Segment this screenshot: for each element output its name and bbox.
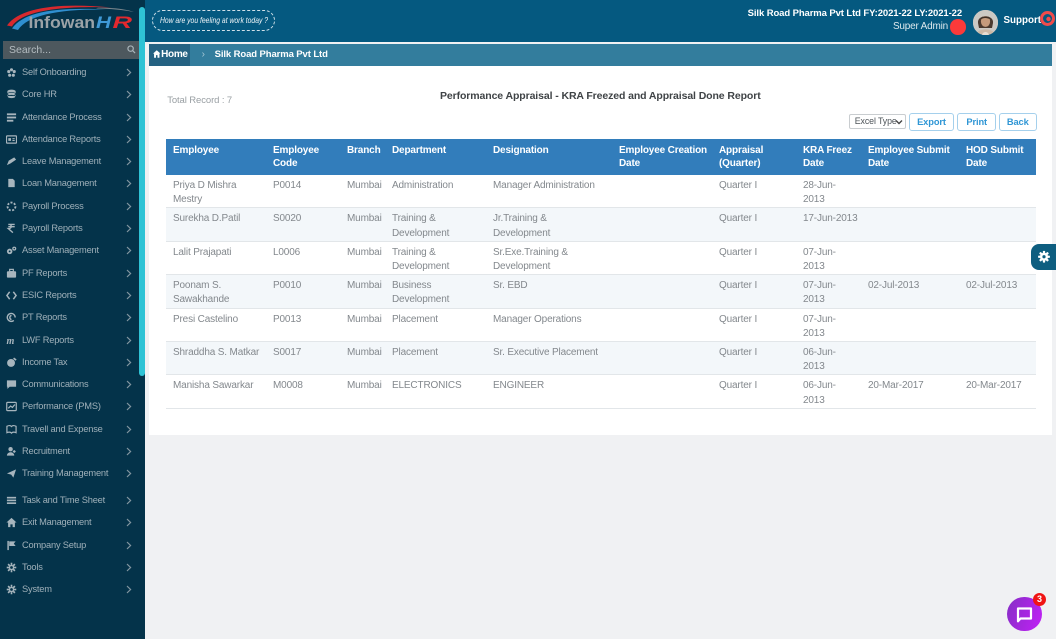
svg-text:m: m	[6, 336, 14, 346]
svg-text:R: R	[113, 14, 133, 32]
svg-text:H: H	[96, 14, 112, 32]
svg-text:Infowan: Infowan	[29, 14, 96, 32]
